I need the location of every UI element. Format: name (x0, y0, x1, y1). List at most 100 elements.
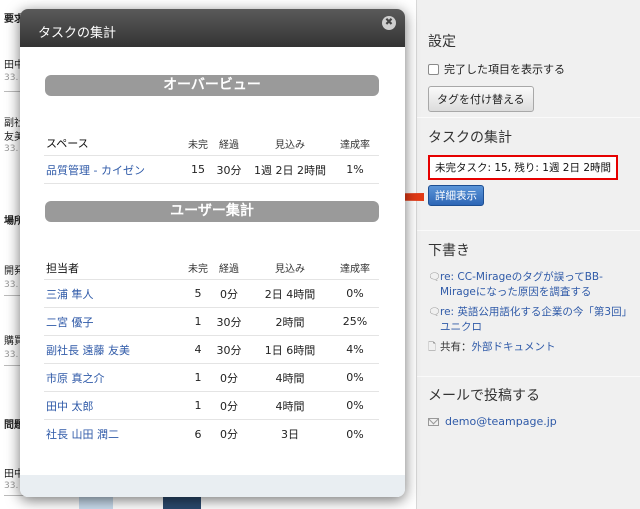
bg-chart-bar (163, 496, 201, 509)
open-count: 1 (194, 371, 202, 384)
table-row: 三浦 隼人 5 0分 2日 4時間 0% (44, 280, 379, 308)
draft-link[interactable]: re: CC-Mirageのタグが誤ってBB-Mirageになった原因を調査する (440, 270, 634, 300)
estimate: 2日 4時間 (264, 287, 316, 301)
draft-item[interactable]: 🗨︎ re: CC-Mirageのタグが誤ってBB-Mirageになった原因を調… (428, 270, 634, 300)
open-count: 1 (194, 399, 202, 412)
email-address[interactable]: demo@teampage.jp (445, 415, 557, 428)
open-count: 15 (191, 163, 205, 176)
retag-button[interactable]: タグを付け替える (428, 86, 534, 112)
user-summary-table: 担当者 未完 経過 見込み 達成率 三浦 隼人 5 0分 2日 4時間 0% 二… (44, 256, 379, 448)
drafts-section: 下書き 🗨︎ re: CC-Mirageのタグが誤ってBB-Mirageになった… (428, 240, 634, 355)
user-link[interactable]: 副社長 遠藤 友美 (44, 342, 187, 358)
draft-link-text[interactable]: 外部ドキュメント (472, 341, 556, 353)
envelope-icon (428, 417, 439, 426)
completion-rate: 0% (346, 399, 364, 412)
elapsed: 0分 (220, 428, 238, 441)
close-icon[interactable]: ✖ (382, 16, 396, 30)
table-row: 二宮 優子 1 30分 2時間 25% (44, 308, 379, 336)
column-header: 未完 (188, 139, 208, 151)
settings-title: 設定 (428, 34, 456, 50)
divider (417, 230, 640, 231)
user-link[interactable]: 三浦 隼人 (44, 286, 187, 302)
column-header: 担当者 (46, 261, 79, 275)
divider (417, 376, 640, 377)
open-count: 6 (194, 427, 202, 441)
task-summary-title: タスクの集計 (428, 130, 512, 146)
user-link[interactable]: 二宮 優子 (44, 314, 187, 330)
email-post-section: メールで投稿する demo@teampage.jp (428, 385, 634, 428)
table-header: 担当者 未完 経過 見込み 達成率 (44, 256, 379, 280)
task-summary-section: タスクの集計 未完タスク: 15, 残り: 1週 2日 2時間 詳細表示 (428, 127, 634, 206)
show-completed-option[interactable]: 完了した項目を表示する (428, 61, 634, 77)
bg-meta: 33. (4, 481, 19, 491)
open-count: 4 (194, 343, 202, 356)
elapsed: 30分 (216, 315, 242, 329)
draft-item[interactable]: 🗨︎ re: 英語公用語化する企業の今「第3回」ユニクロ (428, 305, 634, 335)
estimate: 1週 2日 2時間 (254, 163, 326, 177)
elapsed: 0分 (220, 287, 238, 301)
bg-meta: 33. (4, 280, 19, 290)
email-post-title: メールで投稿する (428, 388, 540, 404)
estimate: 3日 (281, 428, 299, 441)
drafts-title: 下書き (428, 243, 470, 259)
elapsed: 0分 (220, 399, 238, 413)
column-header: スペース (46, 137, 89, 150)
user-link[interactable]: 社長 山田 潤二 (44, 426, 187, 442)
column-header: 達成率 (340, 139, 370, 151)
overview-heading: オーバービュー (45, 75, 379, 96)
table-header: スペース 未完 経過 見込み 達成率 (44, 131, 379, 156)
comment-icon: 🗨︎ (428, 307, 441, 318)
completion-rate: 1% (346, 163, 364, 176)
estimate: 1日 6時間 (264, 343, 316, 357)
column-header: 見込み (275, 139, 305, 151)
draft-link[interactable]: 共有：外部ドキュメント (440, 340, 556, 355)
task-summary-dialog: タスクの集計 ✖ オーバービュー スペース 未完 経過 見込み 達成率 品質管理… (20, 9, 405, 497)
elapsed: 30分 (216, 163, 242, 177)
user-link[interactable]: 市原 真之介 (44, 370, 187, 386)
column-header: 達成率 (340, 264, 370, 275)
email-link[interactable]: demo@teampage.jp (428, 415, 634, 428)
dialog-header: タスクの集計 ✖ (20, 9, 405, 47)
details-button[interactable]: 詳細表示 (428, 185, 484, 206)
column-header: 見込み (275, 264, 305, 275)
user-summary-heading: ユーザー集計 (45, 201, 379, 222)
completion-rate: 25% (342, 315, 368, 328)
user-link[interactable]: 田中 太郎 (44, 398, 187, 414)
column-header: 経過 (219, 264, 239, 275)
task-summary-text: 未完タスク: 15, 残り: 1週 2日 2時間 (428, 155, 619, 180)
open-count: 5 (194, 287, 202, 300)
column-header: 経過 (219, 139, 239, 151)
completion-rate: 0% (346, 427, 364, 441)
estimate: 4時間 (275, 371, 305, 385)
draft-link[interactable]: re: 英語公用語化する企業の今「第3回」ユニクロ (440, 305, 634, 335)
table-row: 市原 真之介 1 0分 4時間 0% (44, 364, 379, 392)
show-completed-label[interactable]: 完了した項目を表示する (444, 61, 565, 77)
table-row: 品質管理 - カイゼン 15 30分 1週 2日 2時間 1% (44, 156, 379, 184)
document-icon: 🗋︎ (428, 342, 437, 353)
draft-item[interactable]: 🗋︎ 共有：外部ドキュメント (428, 340, 634, 355)
draft-prefix: 共有： (440, 341, 472, 353)
completion-rate: 4% (346, 343, 364, 356)
dialog-title: タスクの集計 (38, 26, 117, 41)
table-row: 田中 太郎 1 0分 4時間 0% (44, 392, 379, 420)
completion-rate: 0% (346, 371, 364, 384)
overview-table: スペース 未完 経過 見込み 達成率 品質管理 - カイゼン 15 30分 1週… (44, 131, 379, 184)
settings-section: 設定 完了した項目を表示する タグを付け替える (428, 31, 634, 112)
bg-chart-bar (79, 496, 113, 509)
dialog-footer (20, 475, 405, 497)
bg-meta: 33. (4, 144, 19, 154)
estimate: 4時間 (275, 399, 305, 413)
bg-meta: 33. (4, 350, 19, 360)
elapsed: 30分 (216, 343, 242, 357)
show-completed-checkbox[interactable] (428, 63, 439, 75)
column-header: 未完 (188, 264, 208, 275)
estimate: 2時間 (275, 315, 305, 329)
open-count: 1 (194, 315, 202, 328)
table-row: 副社長 遠藤 友美 4 30分 1日 6時間 4% (44, 336, 379, 364)
table-row: 社長 山田 潤二 6 0分 3日 0% (44, 420, 379, 448)
elapsed: 0分 (220, 371, 238, 385)
space-link[interactable]: 品質管理 - カイゼン (44, 162, 187, 178)
divider (417, 117, 640, 118)
completion-rate: 0% (346, 287, 364, 300)
comment-icon: 🗨︎ (428, 272, 441, 283)
